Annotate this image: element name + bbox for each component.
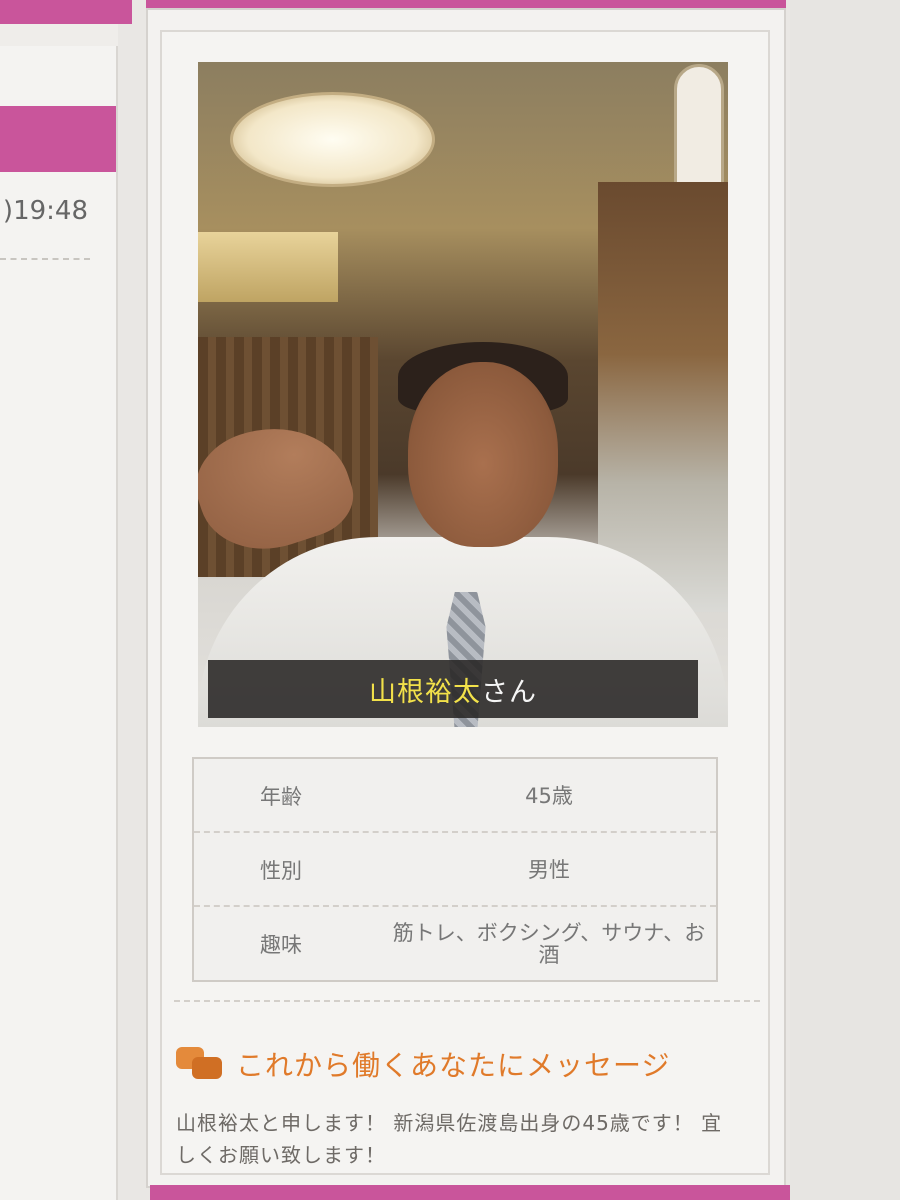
bottom-bar <box>150 1185 790 1200</box>
left-divider <box>0 258 90 260</box>
info-row-age: 年齢 45歳 <box>194 759 716 833</box>
left-panel: )19:48 <box>0 46 118 1200</box>
profile-inner-card: 山根裕太 さん 年齢 45歳 性別 男性 趣味 筋トレ、ボクシング、サウナ、お酒 … <box>160 30 770 1175</box>
message-body: 山根裕太と申します！ 新潟県佐渡島出身の45歳です！ 宜しくお願い致します！ <box>176 1111 723 1167</box>
message-divider <box>174 1000 760 1002</box>
person-face <box>408 362 558 547</box>
top-header-bar <box>146 0 786 8</box>
info-label: 趣味 <box>260 933 302 957</box>
message-title: これから働くあなたにメッセージ <box>236 1049 671 1082</box>
profile-info-table: 年齢 45歳 性別 男性 趣味 筋トレ、ボクシング、サウナ、お酒 <box>192 757 718 982</box>
speech-bubbles-icon <box>176 1047 222 1081</box>
name-suffix: さん <box>481 676 537 708</box>
left-column: )19:48 <box>0 0 132 1200</box>
right-margin <box>790 0 900 1200</box>
ceiling-light <box>230 92 435 187</box>
message-heading: これから働くあなたにメッセージ <box>176 1042 736 1086</box>
profile-photo[interactable]: 山根裕太 さん <box>198 62 728 727</box>
profile-card: 山根裕太 さん 年齢 45歳 性別 男性 趣味 筋トレ、ボクシング、サウナ、お酒 … <box>146 8 786 1188</box>
left-top-bar <box>0 0 132 24</box>
info-label: 性別 <box>260 859 302 883</box>
info-value: 45歳 <box>525 784 573 808</box>
info-label: 年齢 <box>260 785 302 809</box>
left-panel-header <box>0 106 116 172</box>
name-caption: 山根裕太 さん <box>208 660 698 718</box>
info-row-hobby: 趣味 筋トレ、ボクシング、サウナ、お酒 <box>194 907 716 981</box>
info-row-gender: 性別 男性 <box>194 833 716 907</box>
shelf <box>598 182 728 612</box>
info-value: 男性 <box>528 858 570 882</box>
info-value: 筋トレ、ボクシング、サウナ、お酒 <box>392 921 706 967</box>
air-conditioner <box>198 232 338 302</box>
left-timestamp: )19:48 <box>2 196 88 226</box>
profile-name: 山根裕太 <box>369 676 481 708</box>
